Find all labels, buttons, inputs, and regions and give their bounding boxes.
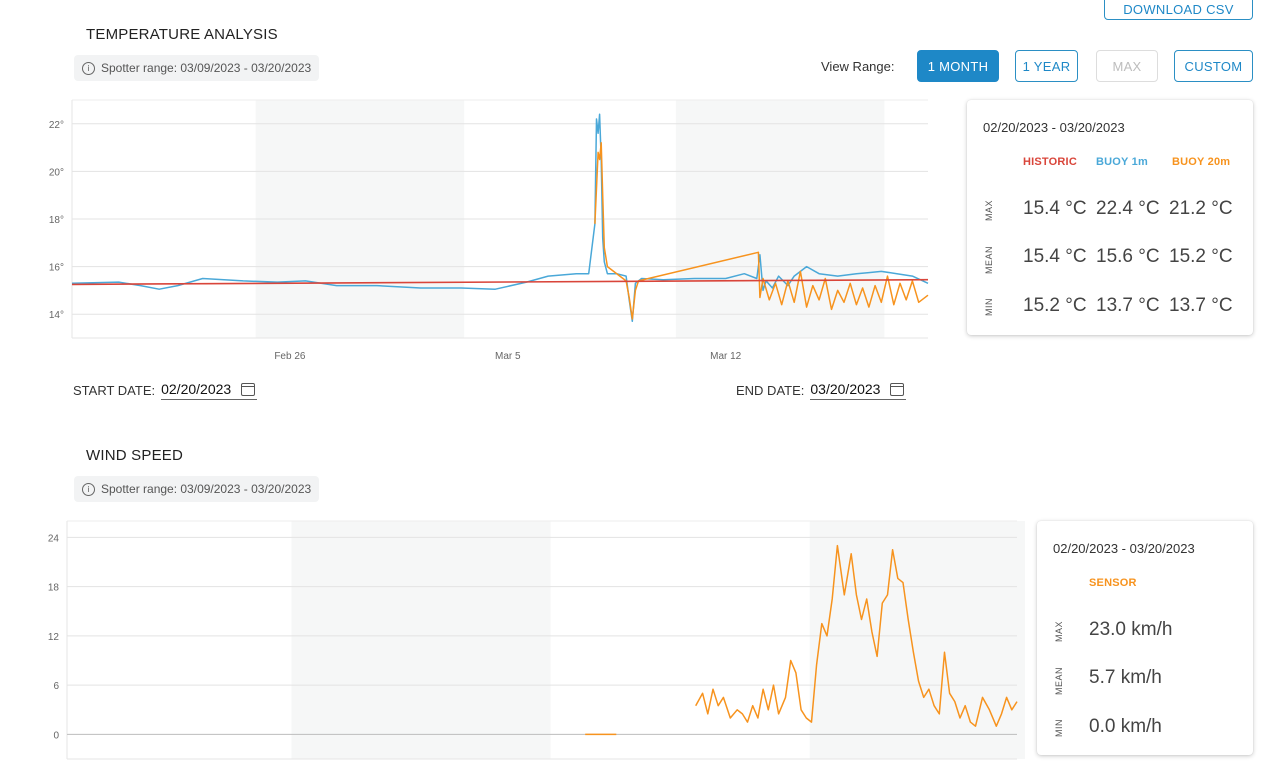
- stat-buoy1m-max: 22.4 °C: [1096, 198, 1160, 219]
- wind-stat-max: 23.0 km/h: [1089, 619, 1173, 640]
- stat-buoy1m-min: 13.7 °C: [1096, 295, 1160, 316]
- range-custom-label: CUSTOM: [1184, 58, 1243, 74]
- stat-buoy20m-max: 21.2 °C: [1169, 198, 1233, 219]
- range-max-button: MAX: [1096, 50, 1158, 82]
- wind-title: WIND SPEED: [86, 447, 184, 464]
- end-date-value: 03/20/2023: [810, 381, 881, 397]
- wind-row-label-min: MIN: [1054, 719, 1064, 737]
- wind-row-label-mean: MEAN: [1054, 666, 1064, 695]
- temperature-title: TEMPERATURE ANALYSIS: [86, 26, 278, 43]
- range-1-year-button[interactable]: 1 YEAR: [1015, 50, 1078, 82]
- start-date-input[interactable]: 02/20/2023: [161, 381, 258, 400]
- range-custom-button[interactable]: CUSTOM: [1174, 50, 1253, 82]
- wind-chart[interactable]: 0 6 12 18 24: [0, 515, 1025, 766]
- temperature-spotter-range-text: Spotter range: 03/09/2023 - 03/20/2023: [101, 61, 312, 75]
- x-tick-label: Mar 5: [495, 351, 521, 362]
- x-tick-label: Feb 26: [274, 351, 306, 362]
- x-tick-label: Mar 12: [710, 351, 742, 362]
- download-csv-button[interactable]: DOWNLOAD CSV: [1104, 0, 1253, 20]
- start-date-label: START DATE:: [73, 383, 156, 398]
- wind-stats-card: 02/20/2023 - 03/20/2023 SENSOR MAX 23.0 …: [1037, 521, 1253, 755]
- y-tick-label: 20°: [49, 167, 64, 178]
- wind-spotter-range: i Spotter range: 03/09/2023 - 03/20/2023: [74, 476, 320, 502]
- legend-historic: HISTORIC: [1023, 156, 1077, 168]
- wind-stat-mean: 5.7 km/h: [1089, 667, 1162, 688]
- stat-historic-mean: 15.4 °C: [1023, 246, 1087, 267]
- range-max-label: MAX: [1112, 58, 1142, 74]
- stat-historic-min: 15.2 °C: [1023, 295, 1087, 316]
- stat-buoy20m-min: 13.7 °C: [1169, 295, 1233, 316]
- calendar-icon[interactable]: [890, 382, 905, 396]
- range-1-year-label: 1 YEAR: [1022, 58, 1071, 74]
- y-tick-label: 18°: [49, 215, 64, 226]
- legend-sensor: SENSOR: [1089, 577, 1137, 589]
- wind-spotter-range-text: Spotter range: 03/09/2023 - 03/20/2023: [101, 482, 312, 496]
- stat-buoy20m-mean: 15.2 °C: [1169, 246, 1233, 267]
- stat-row-label-mean: MEAN: [984, 245, 994, 274]
- start-date-field[interactable]: START DATE: 02/20/2023: [73, 381, 258, 400]
- y-tick-label: 16°: [49, 263, 64, 274]
- calendar-icon[interactable]: [241, 382, 256, 396]
- info-icon: i: [82, 482, 95, 496]
- week-band: [291, 521, 551, 759]
- wind-stats-range: 02/20/2023 - 03/20/2023: [1053, 541, 1195, 556]
- stat-historic-max: 15.4 °C: [1023, 198, 1087, 219]
- y-tick-label: 12: [48, 632, 60, 643]
- y-tick-label: 0: [53, 730, 59, 741]
- temperature-stats-range: 02/20/2023 - 03/20/2023: [983, 120, 1125, 135]
- legend-buoy-1m: BUOY 1m: [1096, 156, 1148, 168]
- y-tick-label: 6: [53, 681, 59, 692]
- download-csv-label: DOWNLOAD CSV: [1123, 1, 1234, 17]
- view-range-label: View Range:: [821, 59, 895, 74]
- range-1-month-label: 1 MONTH: [927, 58, 989, 74]
- range-1-month-button[interactable]: 1 MONTH: [917, 50, 999, 82]
- stat-row-label-min: MIN: [984, 298, 994, 316]
- y-tick-label: 14°: [49, 310, 64, 321]
- week-band: [809, 521, 1025, 759]
- y-tick-label: 24: [48, 533, 60, 544]
- stat-row-label-max: MAX: [984, 199, 994, 221]
- y-tick-label: 22°: [49, 120, 64, 131]
- start-date-value: 02/20/2023: [161, 381, 232, 397]
- end-date-field[interactable]: END DATE: 03/20/2023: [736, 381, 907, 400]
- temperature-chart[interactable]: 14° 16° 18° 20° 22° Feb 26 Mar 5 Mar 12: [0, 90, 940, 375]
- end-date-input[interactable]: 03/20/2023: [810, 381, 907, 400]
- end-date-label: END DATE:: [736, 383, 805, 398]
- wind-stat-min: 0.0 km/h: [1089, 716, 1162, 737]
- info-icon: i: [82, 61, 95, 75]
- stat-buoy1m-mean: 15.6 °C: [1096, 246, 1160, 267]
- legend-buoy-20m: BUOY 20m: [1172, 156, 1231, 168]
- wind-row-label-max: MAX: [1054, 620, 1064, 642]
- y-tick-label: 18: [48, 583, 60, 594]
- temperature-spotter-range: i Spotter range: 03/09/2023 - 03/20/2023: [74, 55, 320, 81]
- temperature-stats-card: 02/20/2023 - 03/20/2023 HISTORIC BUOY 1m…: [967, 100, 1253, 335]
